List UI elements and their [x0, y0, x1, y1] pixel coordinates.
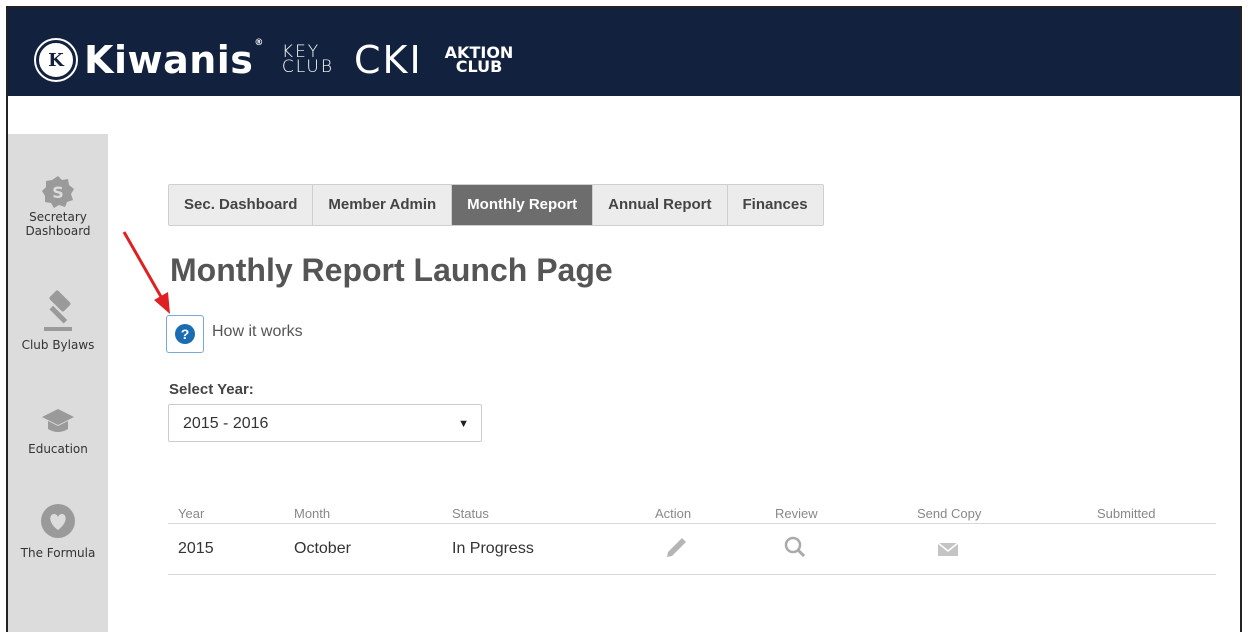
tab-member-admin[interactable]: Member Admin	[313, 185, 453, 225]
dropdown-caret-icon: ▼	[458, 418, 469, 430]
col-year: Year	[178, 506, 205, 521]
section-tabs: Sec. Dashboard Member Admin Monthly Repo…	[168, 184, 824, 226]
cell-year: 2015	[178, 540, 214, 557]
cell-month: October	[294, 540, 351, 557]
table-header-divider	[168, 523, 1216, 524]
how-it-works-link[interactable]: How it works	[212, 323, 303, 341]
graduation-cap-icon	[8, 400, 108, 442]
envelope-icon[interactable]	[937, 541, 959, 562]
gavel-icon	[8, 284, 108, 338]
question-icon: ?	[175, 324, 195, 344]
tab-sec-dashboard[interactable]: Sec. Dashboard	[169, 185, 314, 225]
pencil-icon[interactable]	[664, 536, 688, 565]
tab-finances[interactable]: Finances	[728, 185, 823, 225]
table-row-divider	[168, 574, 1216, 575]
select-year-label: Select Year:	[169, 381, 254, 398]
svg-text:S: S	[52, 183, 64, 202]
col-status: Status	[452, 506, 489, 521]
heart-icon	[8, 496, 108, 546]
magnifier-icon[interactable]	[783, 535, 807, 564]
col-action: Action	[655, 506, 692, 521]
sidebar-item-secretary-dashboard[interactable]: S Secretary Dashboard	[8, 174, 108, 238]
sidebar: S Secretary Dashboard Club Bylaws Educat…	[8, 134, 108, 632]
sidebar-item-the-formula[interactable]: The Formula	[8, 496, 108, 560]
col-send-copy: Send Copy	[917, 506, 982, 521]
sidebar-item-education[interactable]: Education	[8, 400, 108, 456]
tab-annual-report[interactable]: Annual Report	[593, 185, 728, 225]
how-it-works-button[interactable]: ?	[166, 315, 204, 353]
page-title: Monthly Report Launch Page	[170, 252, 613, 288]
kiwanis-seal-icon: K	[36, 40, 76, 80]
col-month: Month	[294, 506, 331, 521]
tab-monthly-report[interactable]: Monthly Report	[452, 185, 594, 225]
year-select[interactable]: 2015 - 2016 ▼	[168, 404, 482, 442]
sidebar-item-club-bylaws[interactable]: Club Bylaws	[8, 284, 108, 352]
key-club-logo[interactable]: KEY CLUB	[282, 44, 334, 76]
secretary-badge-icon: S	[8, 174, 108, 210]
cki-logo[interactable]: CKI	[354, 38, 423, 82]
kiwanis-logo[interactable]: Kiwanis®	[84, 38, 264, 82]
col-review: Review	[775, 506, 818, 521]
cell-status: In Progress	[452, 540, 534, 557]
annotation-arrow	[122, 231, 170, 314]
year-select-value: 2015 - 2016	[183, 415, 269, 432]
aktion-club-logo[interactable]: AKTION CLUB	[445, 45, 514, 75]
header-bar: K Kiwanis® KEY CLUB CKI AKTION CLUB	[8, 8, 1240, 96]
brand-logos: K Kiwanis® KEY CLUB CKI AKTION CLUB	[36, 38, 513, 82]
col-submitted: Submitted	[1097, 506, 1156, 521]
